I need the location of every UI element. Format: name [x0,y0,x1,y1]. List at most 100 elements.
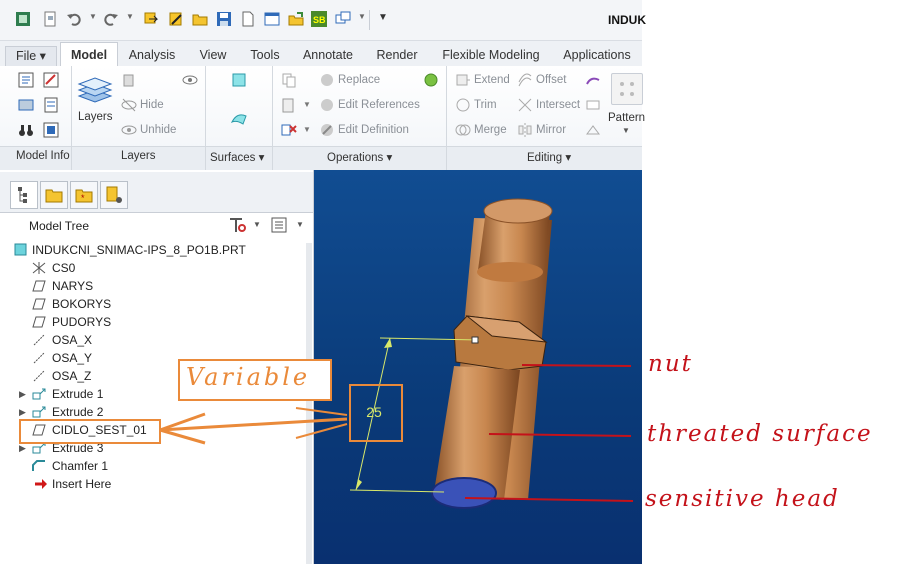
expand-arrow-icon[interactable]: ▶ [19,385,26,403]
pattern-icon[interactable] [611,73,643,105]
favorites-tab[interactable]: * [70,181,98,209]
unhide-label[interactable]: Unhide [140,124,176,136]
fill-surface-icon[interactable] [231,72,247,88]
group-label-operations[interactable]: Operations ▾ [327,150,392,164]
edit-icon[interactable] [168,11,184,27]
blank-page-icon[interactable] [240,11,256,27]
group-label-layers[interactable]: Layers [121,150,156,162]
tree-item[interactable]: OSA_X [0,331,200,349]
mirror-label[interactable]: Mirror [536,124,566,136]
tree-item[interactable]: BOKORYS [0,295,200,313]
tab-tools[interactable]: Tools [244,46,286,66]
tree-filters-dropdown-icon[interactable]: ▼ [296,220,304,229]
project-icon[interactable] [585,72,601,88]
window-icon[interactable] [264,11,280,27]
open-folder-icon[interactable] [192,11,208,27]
windows-dropdown-icon[interactable]: ▼ [358,12,366,21]
open-file-icon[interactable] [288,11,304,27]
relations-icon[interactable] [18,72,34,88]
group-label-surfaces[interactable]: Surfaces ▾ [210,150,264,164]
sb-app-icon[interactable]: SB [311,11,327,27]
undo-dropdown-icon[interactable]: ▼ [89,12,97,21]
folder-browser-tab[interactable] [40,181,68,209]
redo-dropdown-icon[interactable]: ▼ [126,12,134,21]
layer-tree-tab[interactable] [100,181,128,209]
extend-icon[interactable] [455,72,471,88]
windows-switch-icon[interactable] [335,11,351,27]
merge-label[interactable]: Merge [474,124,507,136]
save-icon[interactable] [216,11,232,27]
extend-label[interactable]: Extend [474,74,510,86]
customize-toolbar-icon[interactable]: ▼ [378,12,388,23]
merge-icon[interactable] [455,122,471,138]
regenerate-icon[interactable] [143,11,159,27]
undo-icon[interactable] [66,11,82,27]
regenerate-green-icon[interactable] [423,72,439,88]
pattern-label[interactable]: Pattern [608,112,645,124]
edit-definition-label[interactable]: Edit Definition [338,124,409,136]
intersect-label[interactable]: Intersect [536,99,580,111]
offset-icon[interactable] [517,72,533,88]
replace-icon[interactable] [319,72,335,88]
parameters-icon[interactable] [43,72,59,88]
layers-icon[interactable] [77,76,113,106]
offset-label[interactable]: Offset [536,74,566,86]
hide-label[interactable]: Hide [140,99,164,111]
tree-settings-dropdown-icon[interactable]: ▼ [253,220,261,229]
delete-icon[interactable] [281,122,297,138]
layers-label[interactable]: Layers [78,111,113,123]
edit-references-label[interactable]: Edit References [338,99,420,111]
group-label-editing[interactable]: Editing ▾ [527,150,571,164]
redo-icon[interactable] [103,11,119,27]
trim-icon[interactable] [455,97,471,113]
tree-settings-icon[interactable] [227,216,247,234]
model-tree-tab[interactable] [10,181,38,209]
group-label-model-info[interactable]: Model Info [16,150,70,162]
tree-scrollbar[interactable] [306,243,312,564]
tree-root[interactable]: INDUKCNI_SNIMAC-IPS_8_PO1B.PRT [0,241,300,259]
tab-render[interactable]: Render [370,46,424,66]
paste-dropdown-icon[interactable]: ▼ [303,100,311,109]
freestyle-surface-icon[interactable] [231,110,247,126]
bill-of-materials-icon[interactable] [43,97,59,113]
tree-item[interactable]: ▶ Extrude 1 [0,385,200,403]
tree-item[interactable]: Insert Here [0,475,200,493]
tab-annotate[interactable]: Annotate [297,46,359,66]
visibility-eye-icon[interactable] [182,72,198,88]
intersect-icon[interactable] [517,97,533,113]
tab-applications[interactable]: Applications [556,46,638,66]
display-style-icon[interactable] [121,72,137,88]
solidify-icon[interactable] [585,122,601,138]
tab-analysis[interactable]: Analysis [122,46,182,66]
edit-definition-icon[interactable] [319,122,335,138]
hide-icon[interactable] [121,97,137,113]
delete-dropdown-icon[interactable]: ▼ [303,125,311,134]
copy-icon[interactable] [281,72,297,88]
new-file-icon[interactable] [42,11,58,27]
replace-label[interactable]: Replace [338,74,380,86]
part-model[interactable] [314,170,642,564]
paste-icon[interactable] [281,97,297,113]
tree-item[interactable]: Chamfer 1 [0,457,200,475]
tab-flexible-modeling[interactable]: Flexible Modeling [435,46,547,66]
tree-item[interactable]: OSA_Z [0,367,200,385]
tree-item[interactable]: CS0 [0,259,200,277]
find-binoculars-icon[interactable] [18,122,34,138]
tree-item[interactable]: NARYS [0,277,200,295]
thicken-icon[interactable] [585,97,601,113]
switch-dimensions-icon[interactable] [18,97,34,113]
model-player-icon[interactable] [43,122,59,138]
tree-filters-icon[interactable] [270,216,288,234]
tree-item[interactable]: OSA_Y [0,349,200,367]
tab-file[interactable]: File ▾ [5,46,57,68]
dimension-value[interactable]: 25 [349,404,399,420]
unhide-icon[interactable] [121,122,137,138]
tab-view[interactable]: View [193,46,233,66]
trim-label[interactable]: Trim [474,99,497,111]
drag-handle[interactable] [471,336,479,344]
tree-item[interactable]: PUDORYS [0,313,200,331]
mirror-icon[interactable] [517,122,533,138]
edit-references-icon[interactable] [319,97,335,113]
pattern-dropdown-icon[interactable]: ▼ [622,126,630,135]
tab-model[interactable]: Model [60,42,118,67]
